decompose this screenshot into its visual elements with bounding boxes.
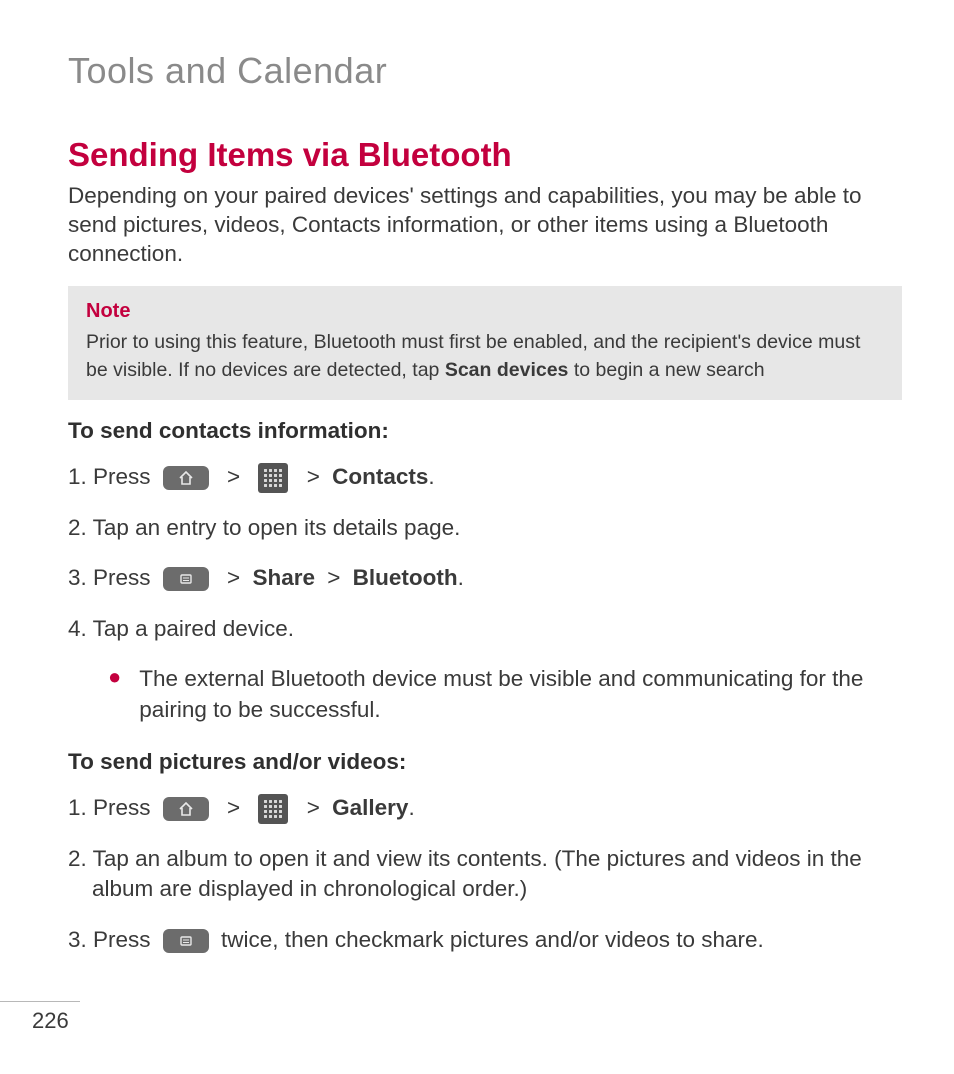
pictures-heading: To send pictures and/or videos:	[68, 749, 902, 775]
step-share: Share	[252, 565, 315, 590]
step-target: Contacts	[332, 464, 428, 489]
contacts-step-3: 3. Press > Share > Bluetooth.	[68, 563, 902, 593]
note-text: Prior to using this feature, Bluetooth m…	[86, 329, 884, 384]
breadcrumb-separator: >	[301, 795, 326, 820]
note-label: Note	[86, 300, 884, 323]
home-key-icon	[163, 797, 209, 821]
pictures-step-2: 2. Tap an album to open it and view its …	[68, 844, 902, 905]
section-title: Sending Items via Bluetooth	[68, 136, 902, 174]
step-text: 3. Press	[68, 927, 157, 952]
breadcrumb-separator: >	[321, 565, 346, 590]
step-text: 1. Press	[68, 464, 157, 489]
contacts-heading: To send contacts information:	[68, 418, 902, 444]
bullet-text: The external Bluetooth device must be vi…	[139, 664, 902, 725]
contacts-bullet: ● The external Bluetooth device must be …	[108, 664, 902, 725]
step-suffix: twice, then checkmark pictures and/or vi…	[221, 927, 764, 952]
menu-key-icon	[163, 567, 209, 591]
breadcrumb-separator: >	[221, 565, 246, 590]
breadcrumb-separator: >	[301, 464, 326, 489]
note-text-after: to begin a new search	[568, 359, 764, 381]
pictures-step-1: 1. Press > > Gallery.	[68, 793, 902, 824]
contacts-step-2: 2. Tap an entry to open its details page…	[68, 513, 902, 543]
note-bold: Scan devices	[445, 359, 569, 381]
page-rule	[0, 1001, 80, 1002]
contacts-step-1: 1. Press > > Contacts.	[68, 462, 902, 493]
contacts-step-4: 4. Tap a paired device.	[68, 614, 902, 644]
breadcrumb-separator: >	[221, 795, 246, 820]
page-number: 226	[32, 1008, 69, 1034]
chapter-title: Tools and Calendar	[68, 50, 902, 92]
intro-paragraph: Depending on your paired devices' settin…	[68, 182, 902, 268]
step-text: 1. Press	[68, 795, 157, 820]
apps-grid-icon	[258, 794, 288, 824]
step-suffix: .	[408, 795, 414, 820]
step-bluetooth: Bluetooth	[353, 565, 458, 590]
page-content: Tools and Calendar Sending Items via Blu…	[0, 0, 954, 955]
apps-grid-icon	[258, 463, 288, 493]
step-text: 3. Press	[68, 565, 157, 590]
pictures-step-3: 3. Press twice, then checkmark pictures …	[68, 925, 902, 955]
bullet-icon: ●	[108, 664, 121, 690]
home-key-icon	[163, 466, 209, 490]
step-suffix: .	[458, 565, 464, 590]
breadcrumb-separator: >	[221, 464, 246, 489]
step-target: Gallery	[332, 795, 408, 820]
step-suffix: .	[428, 464, 434, 489]
note-box: Note Prior to using this feature, Blueto…	[68, 286, 902, 400]
menu-key-icon	[163, 929, 209, 953]
